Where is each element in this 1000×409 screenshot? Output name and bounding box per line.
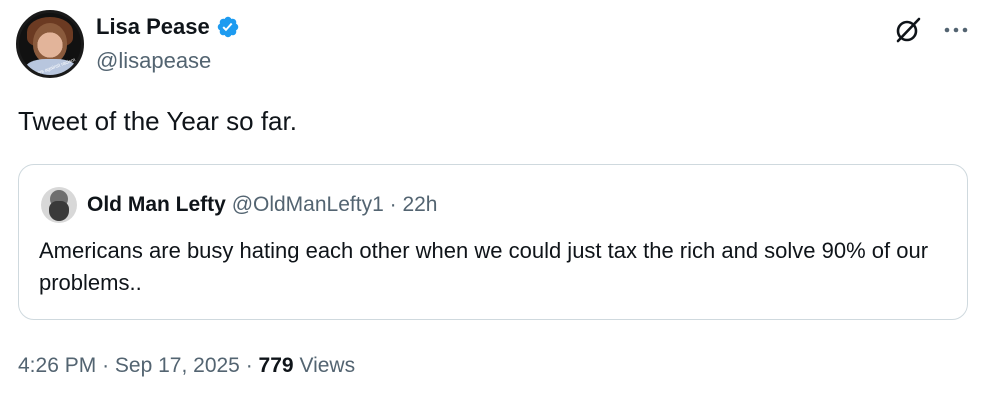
tweet-time[interactable]: 4:26 PM: [18, 354, 96, 377]
grok-icon[interactable]: [894, 16, 922, 44]
avatar-face: [33, 23, 67, 63]
tweet-card: Voters against racism Lisa Pease @lisape…: [0, 0, 1000, 409]
verified-badge-icon[interactable]: [216, 15, 240, 39]
views-label[interactable]: Views: [299, 354, 355, 377]
tweet-footer: 4:26 PM · Sep 17, 2025 · 779 Views: [18, 354, 355, 378]
author-display-name[interactable]: Lisa Pease: [96, 14, 210, 40]
quoted-handle[interactable]: @OldManLefty1: [232, 193, 384, 216]
author-avatar[interactable]: Voters against racism: [16, 10, 84, 78]
tweet-text: Tweet of the Year so far.: [18, 106, 297, 136]
footer-separator: ·: [245, 354, 253, 377]
quoted-text: Americans are busy hating each other whe…: [39, 238, 929, 295]
quoted-display-name[interactable]: Old Man Lefty: [87, 193, 226, 216]
quoted-avatar-beard: [49, 201, 69, 221]
more-icon[interactable]: [942, 16, 970, 44]
author-handle[interactable]: @lisapease: [96, 48, 211, 74]
quoted-meta: Old Man Lefty @OldManLefty1 · 22h: [87, 193, 437, 217]
quoted-time[interactable]: 22h: [402, 193, 437, 216]
footer-separator: ·: [102, 354, 110, 377]
tweet-date[interactable]: Sep 17, 2025: [115, 354, 240, 377]
quoted-tweet[interactable]: Old Man Lefty @OldManLefty1 · 22h Americ…: [18, 164, 968, 320]
quoted-author-avatar[interactable]: [41, 187, 77, 223]
quoted-separator: ·: [389, 193, 397, 216]
views-count[interactable]: 779: [259, 354, 294, 377]
author-name-row: Lisa Pease: [96, 14, 240, 40]
